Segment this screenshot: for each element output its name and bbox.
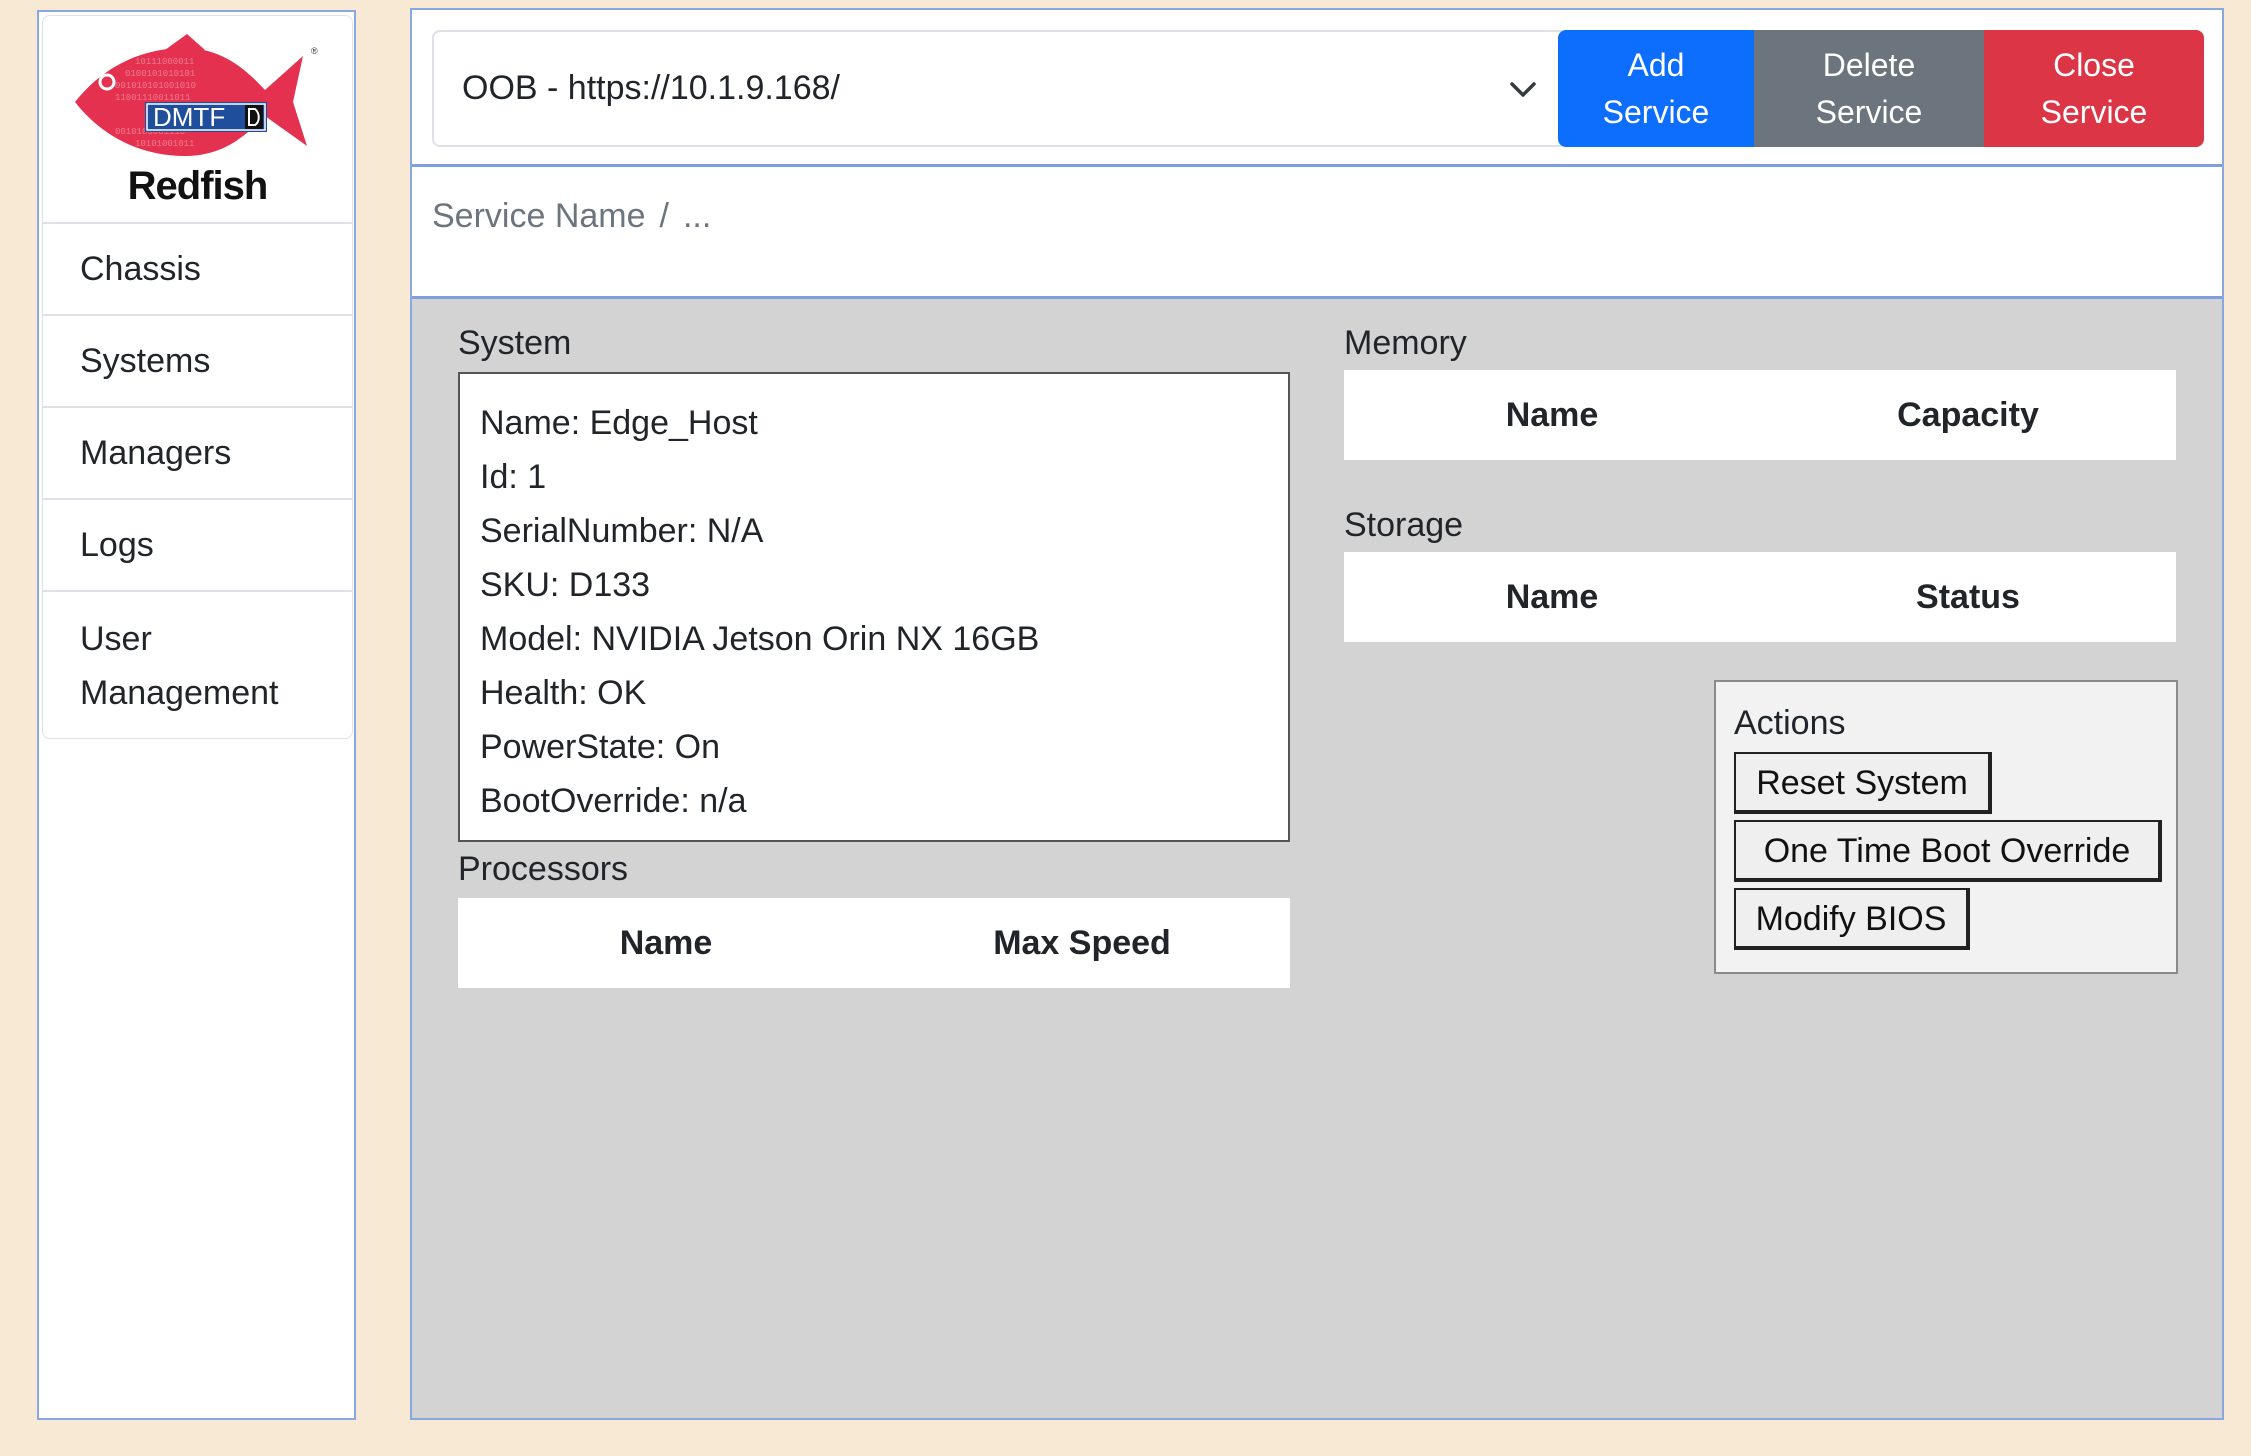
memory-col-name: Name bbox=[1505, 395, 1599, 434]
system-powerstate: PowerState: On bbox=[480, 728, 721, 766]
sidebar-item-label: Logs bbox=[80, 525, 154, 564]
sidebar: 10111000011 0100101010101 00101010100101… bbox=[37, 10, 356, 1420]
sidebar-item-label: Managers bbox=[80, 433, 232, 472]
sidebar-nav: 10111000011 0100101010101 00101010100101… bbox=[42, 15, 353, 739]
breadcrumb-bar: Service Name /... bbox=[412, 167, 2222, 299]
system-id: Id: 1 bbox=[480, 458, 547, 496]
logo-wordmark: Redfish bbox=[127, 164, 269, 208]
reset-system-button[interactable]: Reset System bbox=[1734, 752, 1992, 814]
memory-table-header: Name Capacity bbox=[1344, 370, 2176, 460]
actions-panel: Actions Reset System One Time Boot Overr… bbox=[1714, 680, 2178, 974]
system-name: Name: Edge_Host bbox=[480, 404, 758, 442]
sidebar-item-label: User Management bbox=[80, 620, 279, 712]
system-serial: SerialNumber: N/A bbox=[480, 512, 764, 550]
processors-heading: Processors bbox=[458, 850, 629, 888]
svg-text:10101001011: 10101001011 bbox=[135, 139, 194, 149]
close-service-button[interactable]: Close Service bbox=[1984, 30, 2204, 147]
system-health: Health: OK bbox=[480, 674, 647, 712]
service-select-value: OOB - https://10.1.9.168/ bbox=[462, 69, 840, 107]
system-sku: SKU: D133 bbox=[480, 566, 651, 604]
breadcrumb-current: ... bbox=[682, 197, 712, 235]
redfish-fish-icon: 10111000011 0100101010101 00101010100101… bbox=[75, 34, 318, 156]
modify-bios-button[interactable]: Modify BIOS bbox=[1734, 888, 1970, 950]
storage-col-status: Status bbox=[1916, 577, 2020, 616]
storage-heading: Storage bbox=[1344, 506, 1464, 544]
one-time-boot-override-button[interactable]: One Time Boot Override bbox=[1734, 820, 2162, 882]
memory-col-capacity: Capacity bbox=[1897, 395, 2039, 434]
close-service-label-2: Service bbox=[2040, 93, 2148, 130]
svg-text:®: ® bbox=[311, 46, 318, 56]
sidebar-item-label: Chassis bbox=[80, 249, 201, 288]
delete-service-button[interactable]: Delete Service bbox=[1754, 30, 1984, 147]
system-bootoverride: BootOverride: n/a bbox=[480, 782, 747, 820]
service-toolbar: OOB - https://10.1.9.168/ Add Service Del… bbox=[412, 10, 2222, 167]
processors-col-max-speed: Max Speed bbox=[993, 923, 1171, 962]
system-info-box: Name: Edge_Host Id: 1 SerialNumber: N/A … bbox=[458, 372, 1290, 842]
sidebar-item-managers[interactable]: Managers bbox=[43, 408, 352, 500]
close-service-label-1: Close bbox=[2053, 46, 2135, 83]
svg-text:10111000011: 10111000011 bbox=[135, 57, 194, 67]
system-heading: System bbox=[458, 324, 572, 362]
add-service-label-1: Add bbox=[1627, 46, 1685, 83]
memory-heading: Memory bbox=[1344, 324, 1467, 362]
storage-table-header: Name Status bbox=[1344, 552, 2176, 642]
breadcrumb-separator: / bbox=[659, 197, 669, 235]
main-panel: OOB - https://10.1.9.168/ Add Service Del… bbox=[410, 8, 2224, 1420]
add-service-label-2: Service bbox=[1602, 93, 1710, 130]
storage-col-name: Name bbox=[1505, 577, 1599, 616]
delete-service-label-1: Delete bbox=[1822, 46, 1916, 83]
actions-heading: Actions bbox=[1734, 704, 1846, 742]
add-service-button[interactable]: Add Service bbox=[1558, 30, 1754, 147]
sidebar-item-user-management[interactable]: User Management bbox=[43, 592, 303, 736]
system-model: Model: NVIDIA Jetson Orin NX 16GB bbox=[480, 620, 1040, 658]
sidebar-item-label: Systems bbox=[80, 341, 211, 380]
delete-service-label-2: Service bbox=[1815, 93, 1923, 130]
service-select[interactable]: OOB - https://10.1.9.168/ bbox=[432, 30, 1568, 147]
svg-text:0100101010101: 0100101010101 bbox=[125, 69, 195, 79]
sidebar-item-chassis[interactable]: Chassis bbox=[43, 224, 352, 316]
sidebar-item-logs[interactable]: Logs bbox=[43, 500, 352, 592]
breadcrumb: Service Name /... bbox=[432, 197, 711, 236]
processors-table-header: Name Max Speed bbox=[458, 898, 1290, 988]
sidebar-item-systems[interactable]: Systems bbox=[43, 316, 352, 408]
svg-text:001010101001010: 001010101001010 bbox=[115, 81, 196, 91]
svg-text:DMTF: DMTF bbox=[153, 102, 225, 132]
breadcrumb-root[interactable]: Service Name bbox=[432, 197, 646, 235]
processors-col-name: Name bbox=[619, 923, 713, 962]
chevron-down-icon bbox=[1510, 82, 1536, 97]
redfish-logo: 10111000011 0100101010101 00101010100101… bbox=[43, 16, 352, 224]
